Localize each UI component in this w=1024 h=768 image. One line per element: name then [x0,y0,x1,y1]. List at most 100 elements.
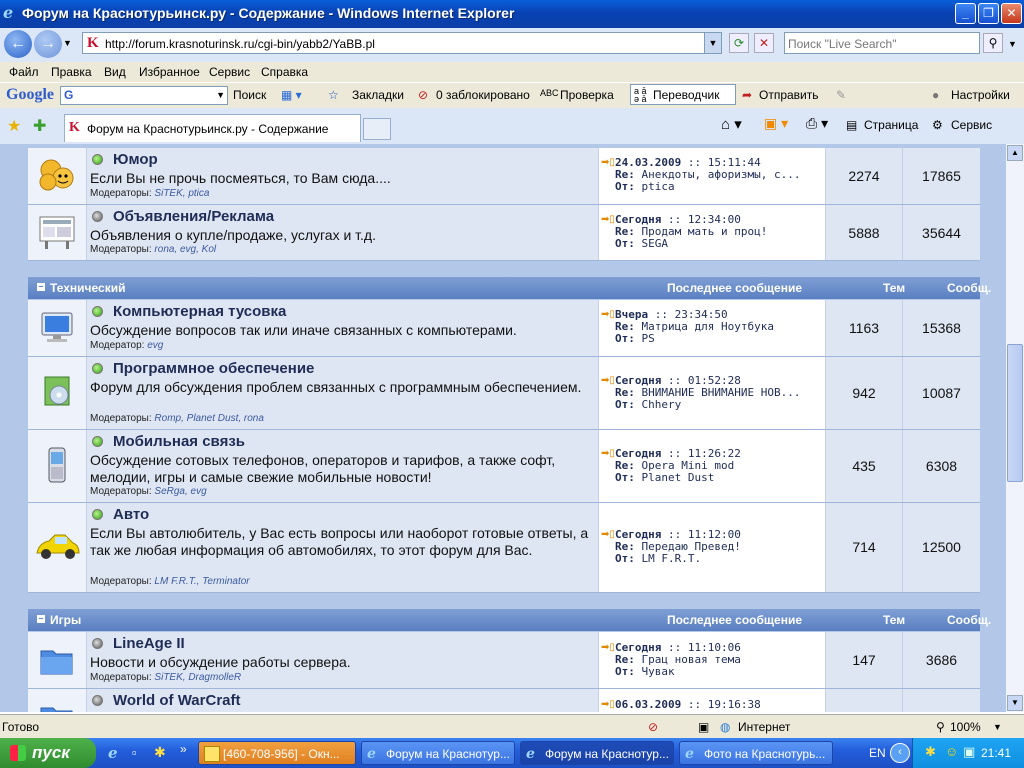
last-post-subject[interactable]: Re: Анекдоты, афоризмы, с... [615,169,823,181]
last-post-subject[interactable]: Re: Передаю Превед! [615,541,823,553]
quicklaunch-app-icon[interactable]: ✱ [154,744,166,761]
address-bar[interactable]: K http://forum.krasnoturinsk.ru/cgi-bin/… [82,32,722,54]
search-icon[interactable]: ⚲ [983,33,1003,53]
start-button[interactable]: пуск [0,738,96,768]
forward-button[interactable]: → [34,30,62,58]
menu-favorites[interactable]: Избранное [139,65,200,79]
forum-row-auto[interactable]: Авто Если Вы автолюбитель, у Вас есть во… [28,503,980,593]
last-post-icon[interactable]: ➡▯ [601,642,615,653]
minimize-button[interactable]: _ [955,3,976,24]
last-post-subject[interactable]: Re: Opera Mini mod [615,460,823,472]
last-post-subject[interactable]: Re: Продам мать и проц! [615,226,823,238]
scroll-down-icon[interactable]: ▼ [1007,695,1023,711]
forum-row-wow[interactable]: World of WarCraft ➡▯ 06.03.2009 :: 19:16… [28,689,980,712]
bookmarks-button[interactable]: Закладки [352,88,404,102]
menu-view[interactable]: Вид [104,65,126,79]
translator-box[interactable]: a āə ā Переводчик [630,84,736,105]
folder-icon [40,650,73,675]
quicklaunch-desktop-icon[interactable]: ▫ [132,745,137,760]
forum-title[interactable]: Программное обеспечение [113,360,314,377]
tab-current[interactable]: K Форум на Краснотурьинск.ру - Содержани… [64,114,361,142]
taskbar-item-forum-1[interactable]: e Форум на Краснотур... [361,741,515,765]
add-favorite-icon[interactable]: ✚ [33,116,46,136]
last-post-icon[interactable]: ➡▯ [601,375,615,386]
language-indicator[interactable]: EN [869,746,886,760]
last-post-icon[interactable]: ➡▯ [601,448,615,459]
send-button[interactable]: Отправить [759,88,819,102]
feeds-icon[interactable]: ▣ ▾ [764,115,788,132]
forum-row-ads[interactable]: Объявления/Реклама Объявления о купле/пр… [28,205,980,261]
taskbar-item-forum-2[interactable]: e Форум на Краснотур... [520,741,674,765]
new-tab-button[interactable] [363,118,391,140]
window-title-bar[interactable]: e Форум на Краснотурьинск.ру - Содержани… [0,0,1024,28]
menu-tools[interactable]: Сервис [209,65,250,79]
quicklaunch-ie-icon[interactable]: e [108,744,118,762]
home-icon[interactable]: ⌂ ▾ [721,115,742,133]
scroll-up-icon[interactable]: ▲ [1007,145,1023,161]
forum-row-lineage[interactable]: LineAge II Новости и обсуждение работы с… [28,632,980,689]
forum-title[interactable]: Объявления/Реклама [113,208,274,225]
category-header-technical[interactable]: – Технический Последнее сообщение Тем Со… [28,277,991,299]
pen-icon[interactable]: ✎ [836,88,846,102]
forum-row-humor[interactable]: Юмор Если Вы не прочь посмеяться, то Вам… [28,148,980,205]
tray-app-icon[interactable]: ✱ [925,744,936,760]
forum-title[interactable]: Авто [113,506,149,523]
zoom-dropdown-icon[interactable]: ▼ [993,722,1002,732]
settings-button[interactable]: Настройки [951,88,1010,102]
back-button[interactable]: ← [4,30,32,58]
print-icon[interactable]: ⎙ ▾ [806,115,828,132]
tools-menu-button[interactable]: Сервис [951,118,992,132]
category-header-games[interactable]: – Игры Последнее сообщение Тем Сообщ. [28,609,991,631]
scroll-thumb[interactable] [1007,344,1023,482]
last-post-subject[interactable]: Re: Грац новая тема [615,654,823,666]
quicklaunch-expand-icon[interactable]: » [180,742,187,756]
maximize-button[interactable]: ❐ [978,3,999,24]
bookmarks-icon[interactable]: ☆ [328,88,339,102]
favorites-star-icon[interactable]: ★ [7,116,21,136]
last-post-icon[interactable]: ➡▯ [601,157,615,168]
search-input[interactable]: Поиск "Live Search" [784,32,980,54]
google-search-button[interactable]: Поиск [233,88,266,102]
forum-row-mobile[interactable]: Мобильная связь Обсуждение сотовых телеф… [28,430,980,503]
refresh-button[interactable]: ⟳ [729,33,749,53]
forum-moderators: Модераторы: LM F.R.T., Terminator [90,576,250,587]
spellcheck-button[interactable]: Проверка [560,88,614,102]
tray-messenger-icon[interactable]: ☺ [945,744,958,759]
page-menu-button[interactable]: Страница [864,118,918,132]
menu-help[interactable]: Справка [261,65,308,79]
last-post-icon[interactable]: ➡▯ [601,214,615,225]
address-dropdown-icon[interactable]: ▼ [704,33,721,53]
forum-title[interactable]: Юмор [113,151,158,168]
popup-blocked-count[interactable]: 0 заблокировано [436,88,530,102]
forum-title[interactable]: Компьютерная тусовка [113,303,286,320]
menu-file[interactable]: Файл [9,65,39,79]
forum-title[interactable]: World of WarCraft [113,692,241,709]
search-options-icon[interactable]: ▼ [1008,39,1017,49]
tray-network-icon[interactable]: ▣ [963,744,975,760]
taskbar-item-photo[interactable]: e Фото на Краснотурь... [679,741,833,765]
tray-expand-icon[interactable]: ‹ [890,743,910,763]
zoom-level[interactable]: 100% [950,720,981,734]
taskbar-item-window[interactable]: [460-708-956] - Окн... [198,741,356,765]
last-post-icon[interactable]: ➡▯ [601,309,615,320]
vertical-scrollbar[interactable]: ▲ ▼ [1006,144,1024,712]
stop-button[interactable]: ✕ [754,33,774,53]
collapse-icon[interactable]: – [37,282,45,291]
last-post-subject[interactable]: Re: ВНИМАНИЕ ВНИМАНИЕ НОВ... [615,387,823,399]
last-post-icon[interactable]: ➡▯ [601,699,615,710]
forum-row-computers[interactable]: Компьютерная тусовка Обсуждение вопросов… [28,300,980,357]
google-options-icon[interactable]: ▦ ▾ [281,88,302,102]
last-post-subject[interactable]: Re: Матрица для Ноутбука [615,321,823,333]
clock[interactable]: 21:41 [981,746,1011,760]
forum-title[interactable]: Мобильная связь [113,433,245,450]
collapse-icon[interactable]: – [37,614,45,623]
forum-row-software[interactable]: Программное обеспечение Форум для обсужд… [28,357,980,430]
google-search-box[interactable]: G ▼ [60,86,228,105]
internet-zone-label[interactable]: Интернет [738,720,790,734]
forum-title[interactable]: LineAge II [113,635,185,652]
last-post-icon[interactable]: ➡▯ [601,529,615,540]
menu-edit[interactable]: Правка [51,65,92,79]
google-dropdown-icon[interactable]: ▼ [216,90,225,100]
close-button[interactable]: ✕ [1001,3,1022,24]
history-dropdown-icon[interactable]: ▼ [63,38,72,48]
